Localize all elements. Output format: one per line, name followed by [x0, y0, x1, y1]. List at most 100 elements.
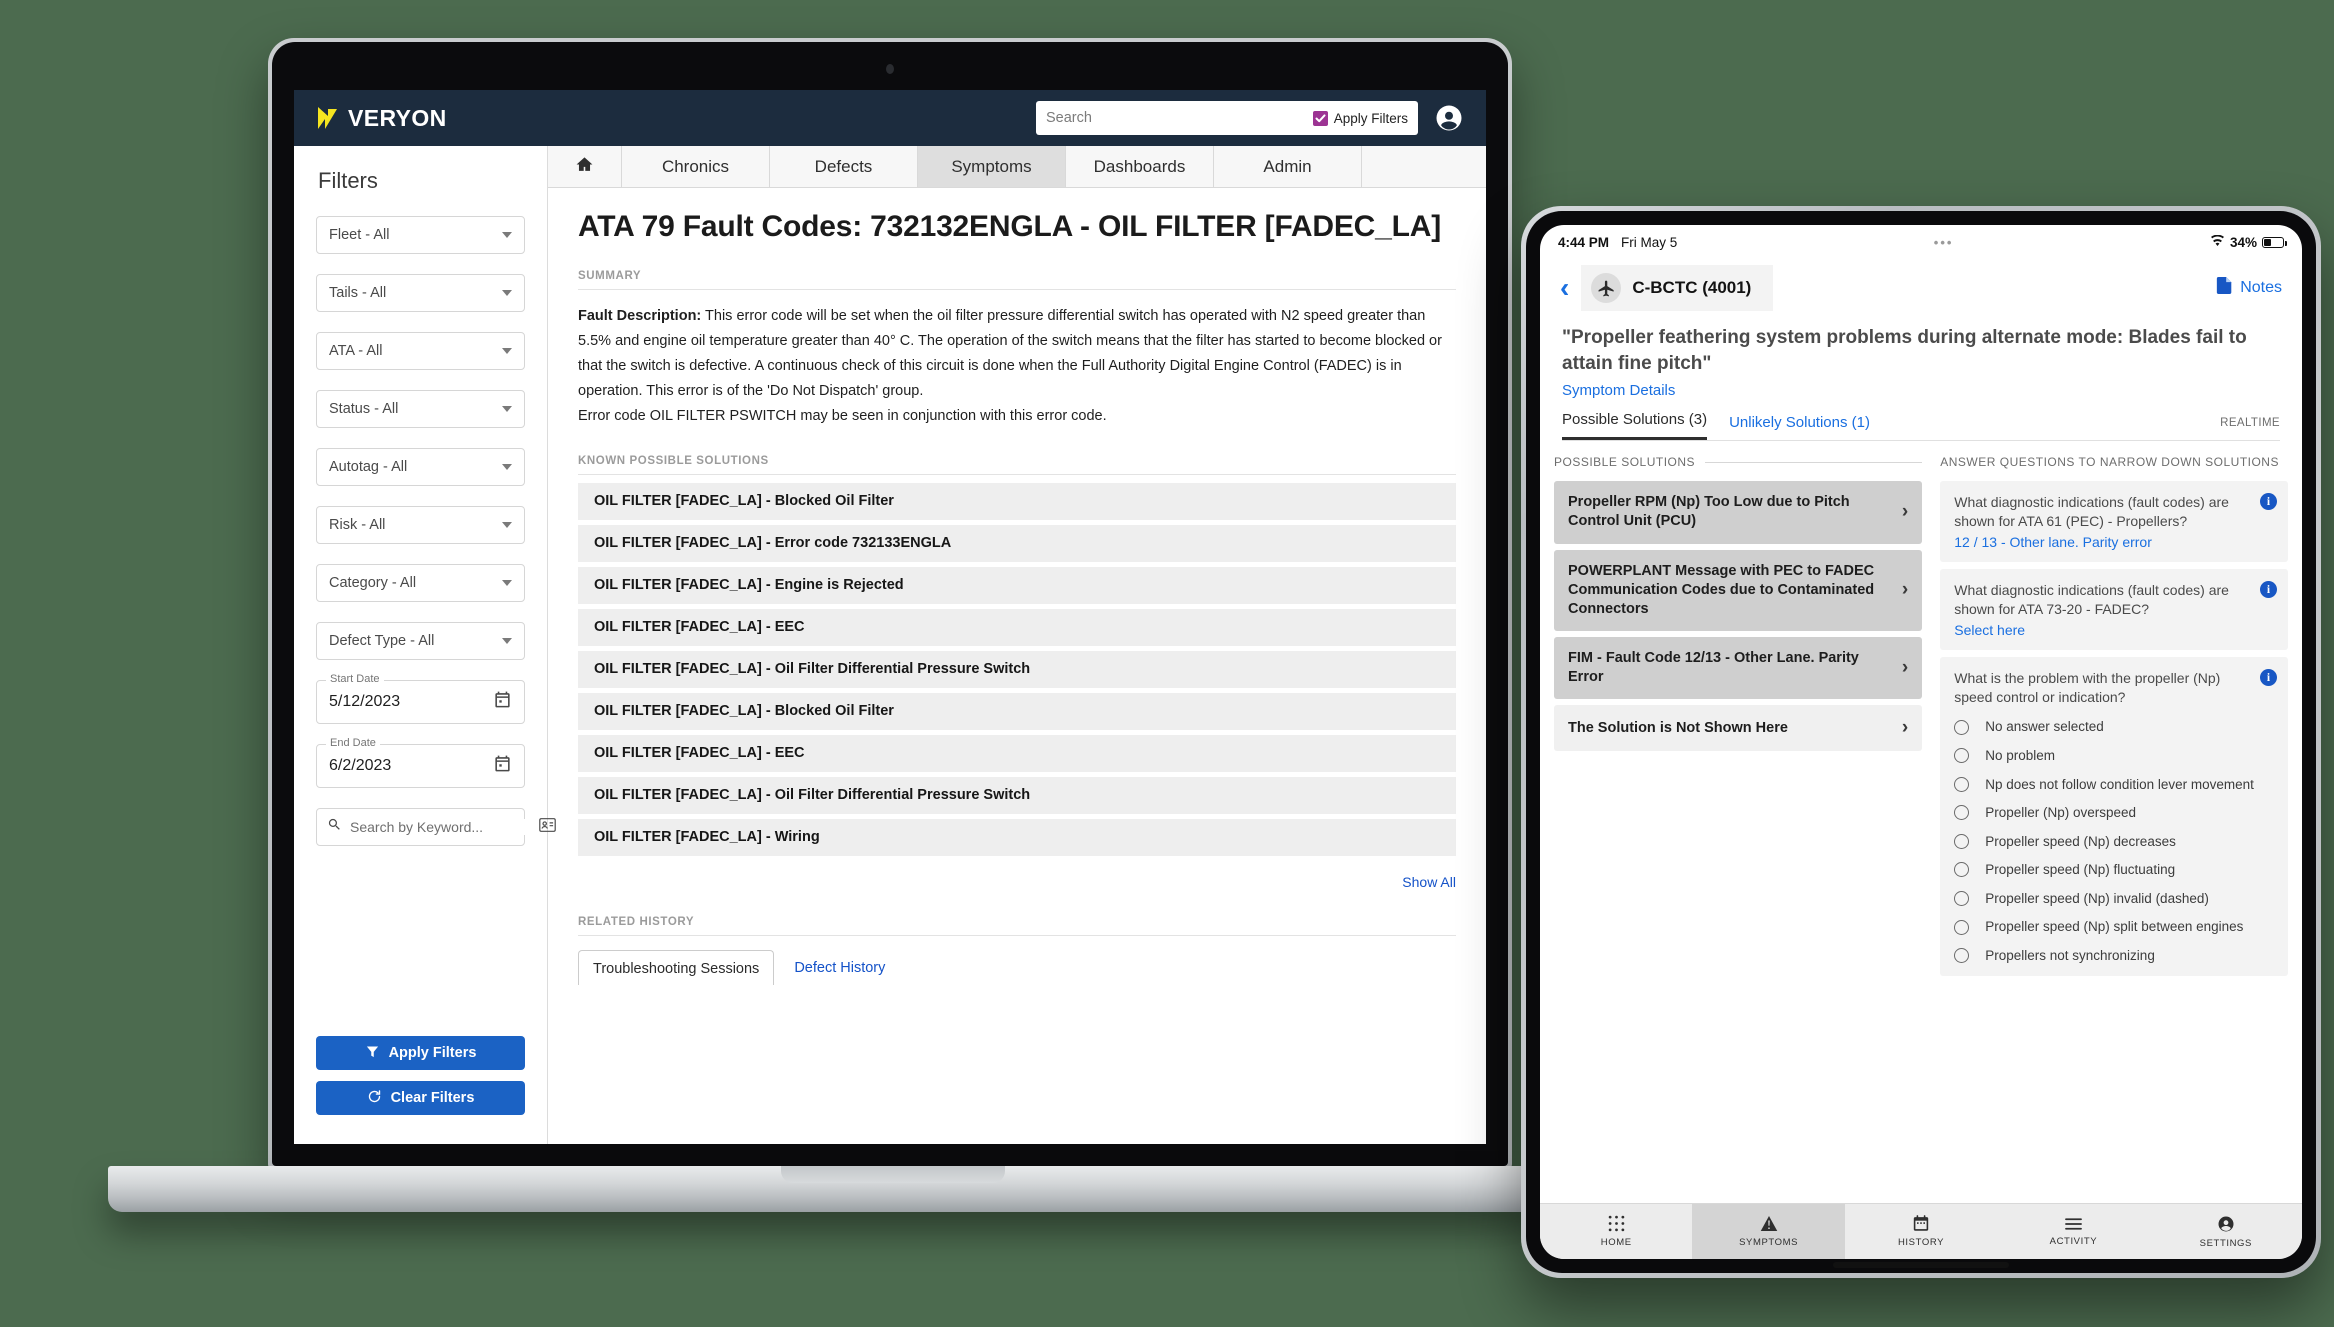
question-card[interactable]: What diagnostic indications (fault codes…: [1940, 569, 2288, 651]
search-input[interactable]: [1046, 110, 1305, 126]
info-icon[interactable]: i: [2259, 669, 2277, 687]
nav-tab-dashboards[interactable]: Dashboards: [1066, 146, 1214, 187]
radio-option[interactable]: Propellers not synchronizing: [1954, 947, 2274, 965]
checkbox-checked-icon: [1312, 110, 1328, 126]
filter-select-defect-type[interactable]: Defect Type - All: [316, 622, 525, 660]
chevron-right-icon: ›: [1901, 657, 1909, 679]
bottom-nav-activity[interactable]: ACTIVITY: [1997, 1204, 2149, 1259]
solution-row[interactable]: OIL FILTER [FADEC_LA] - Engine is Reject…: [578, 566, 1456, 604]
radio-button-icon[interactable]: [1954, 919, 1970, 935]
tab-possible-solutions[interactable]: Possible Solutions (3): [1562, 411, 1708, 441]
radio-button-icon[interactable]: [1954, 833, 1970, 849]
keyword-search-input[interactable]: [350, 819, 531, 835]
tablet-solution-card[interactable]: POWERPLANT Message with PEC to FADEC Com…: [1554, 549, 1923, 631]
radio-option-label: Propeller speed (Np) decreases: [1985, 833, 2176, 849]
calendar-icon[interactable]: [493, 690, 512, 714]
bottom-nav-symptoms[interactable]: SYMPTOMS: [1692, 1204, 1845, 1259]
clear-filters-button[interactable]: Clear Filters: [316, 1081, 525, 1115]
aircraft-chip[interactable]: C-BCTC (4001): [1581, 265, 1774, 311]
radio-button-icon[interactable]: [1954, 805, 1970, 821]
veryon-logo[interactable]: VERYON: [316, 105, 447, 132]
bottom-nav-activity-label: ACTIVITY: [2049, 1235, 2098, 1247]
nav-tab-chronics[interactable]: Chronics: [622, 146, 770, 187]
notes-button[interactable]: Notes: [2216, 276, 2282, 300]
chevron-right-icon: ›: [1901, 717, 1909, 739]
tablet-header: ‹ C-BCTC (4001) Notes: [1540, 259, 2302, 317]
battery-percent: 34%: [2229, 234, 2257, 250]
tablet-solution-card-not-shown[interactable]: The Solution is Not Shown Here ›: [1554, 705, 1923, 752]
bottom-nav-settings[interactable]: SETTINGS: [2150, 1204, 2302, 1259]
radio-option[interactable]: Propeller speed (Np) fluctuating: [1954, 861, 2274, 879]
apply-filters-button[interactable]: Apply Filters: [316, 1036, 525, 1070]
apply-filters-checkbox[interactable]: Apply Filters: [1312, 110, 1408, 126]
info-icon[interactable]: i: [2259, 493, 2277, 511]
radio-button-icon[interactable]: [1954, 891, 1970, 907]
tablet-solution-card[interactable]: Propeller RPM (Np) Too Low due to Pitch …: [1554, 481, 1923, 544]
bottom-nav-home-label: HOME: [1600, 1237, 1632, 1248]
solution-row[interactable]: OIL FILTER [FADEC_LA] - Oil Filter Diffe…: [578, 776, 1456, 814]
contact-card-icon[interactable]: [539, 817, 556, 837]
bottom-nav-home[interactable]: HOME: [1540, 1204, 1692, 1259]
nav-tab-admin[interactable]: Admin: [1214, 146, 1362, 187]
bottom-nav-history[interactable]: HISTORY: [1845, 1204, 1997, 1259]
calendar-icon[interactable]: [493, 754, 512, 778]
filter-select-risk[interactable]: Risk - All: [316, 506, 525, 544]
notes-label: Notes: [2240, 279, 2282, 296]
tablet-solution-card[interactable]: FIM - Fault Code 12/13 - Other Lane. Par…: [1554, 636, 1923, 700]
solution-row[interactable]: OIL FILTER [FADEC_LA] - EEC: [578, 608, 1456, 646]
refresh-icon: [367, 1089, 382, 1108]
filter-select-status[interactable]: Status - All: [316, 390, 525, 428]
end-date-field[interactable]: End Date 6/2/2023: [316, 737, 525, 788]
radio-button-icon[interactable]: [1954, 948, 1970, 964]
tab-unlikely-solutions[interactable]: Unlikely Solutions (1): [1729, 414, 1870, 440]
filter-select-tails[interactable]: Tails - All: [316, 274, 525, 312]
history-tab-defect-history[interactable]: Defect History: [794, 960, 885, 985]
filters-sidebar: Filters Fleet - All Tails - All ATA - Al…: [294, 146, 556, 1144]
symptom-details-link[interactable]: Symptom Details: [1540, 376, 2302, 399]
question-answer[interactable]: 12 / 13 - Other lane. Parity error: [1954, 534, 2274, 550]
radio-option[interactable]: Propeller speed (Np) decreases: [1954, 833, 2274, 851]
radio-option[interactable]: Propeller (Np) overspeed: [1954, 804, 2274, 822]
nav-tab-home[interactable]: [548, 146, 622, 187]
filters-title: Filters: [318, 168, 378, 193]
radio-button-icon[interactable]: [1954, 748, 1970, 764]
history-tab-troubleshooting-sessions[interactable]: Troubleshooting Sessions: [578, 949, 775, 985]
solution-row[interactable]: OIL FILTER [FADEC_LA] - Error code 73213…: [578, 524, 1456, 562]
radio-button-icon[interactable]: [1954, 862, 1970, 878]
show-all-link[interactable]: Show All: [578, 874, 1456, 890]
question-card[interactable]: What diagnostic indications (fault codes…: [1940, 481, 2288, 563]
solution-row[interactable]: OIL FILTER [FADEC_LA] - Wiring: [578, 818, 1456, 856]
radio-button-icon[interactable]: [1954, 776, 1970, 792]
radio-option[interactable]: No problem: [1954, 747, 2274, 765]
info-icon[interactable]: i: [2259, 581, 2277, 599]
radio-option[interactable]: Propeller speed (Np) split between engin…: [1954, 918, 2274, 936]
solution-row[interactable]: OIL FILTER [FADEC_LA] - Oil Filter Diffe…: [578, 650, 1456, 688]
laptop-screen: VERYON Apply Filters: [294, 90, 1486, 1144]
filter-select-category[interactable]: Category - All: [316, 564, 525, 602]
chevron-right-icon: ›: [1901, 501, 1909, 523]
question-answer[interactable]: Select here: [1954, 622, 2274, 638]
questions-label: ANSWER QUESTIONS TO NARROW DOWN SOLUTION…: [1940, 455, 2279, 470]
global-search[interactable]: Apply Filters: [1036, 101, 1418, 135]
clear-filters-button-label: Clear Filters: [390, 1090, 475, 1106]
chevron-down-icon: [502, 638, 512, 644]
radio-option[interactable]: Np does not follow condition lever movem…: [1954, 776, 2274, 794]
radio-option[interactable]: No answer selected: [1954, 718, 2274, 736]
solution-row[interactable]: OIL FILTER [FADEC_LA] - EEC: [578, 734, 1456, 772]
solution-row[interactable]: OIL FILTER [FADEC_LA] - Blocked Oil Filt…: [578, 692, 1456, 730]
keyword-search[interactable]: [316, 808, 556, 846]
nav-tab-defects[interactable]: Defects: [770, 146, 918, 187]
nav-tab-symptoms[interactable]: Symptoms: [918, 146, 1066, 187]
chevron-left-icon[interactable]: ‹: [1554, 274, 1581, 302]
account-circle-icon[interactable]: [1434, 103, 1464, 133]
app-topbar: VERYON Apply Filters: [294, 90, 1486, 146]
filter-select-ata[interactable]: ATA - All: [316, 332, 525, 370]
radio-button-icon[interactable]: [1954, 719, 1970, 735]
status-dots: •••: [1933, 234, 1954, 250]
filter-select-autotag[interactable]: Autotag - All: [316, 448, 525, 486]
radio-option[interactable]: Propeller speed (Np) invalid (dashed): [1954, 890, 2274, 908]
filter-select-fleet[interactable]: Fleet - All: [316, 216, 525, 254]
start-date-field[interactable]: Start Date 5/12/2023: [316, 673, 525, 724]
solution-row[interactable]: OIL FILTER [FADEC_LA] - Blocked Oil Filt…: [578, 482, 1456, 520]
fault-description-body: This error code will be set when the oil…: [578, 308, 1442, 399]
